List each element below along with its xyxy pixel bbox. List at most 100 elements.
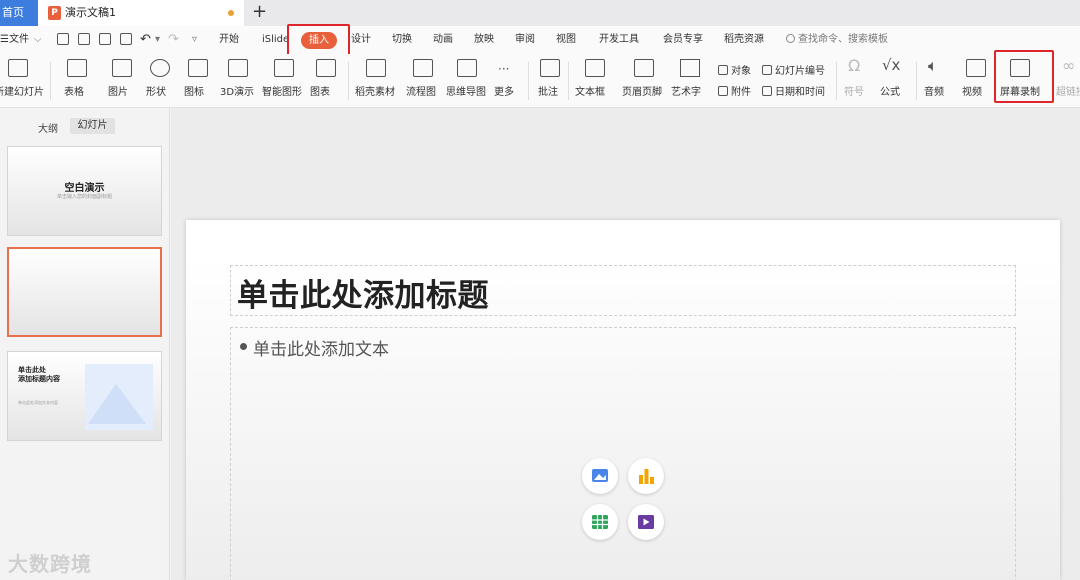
insert-picture-button[interactable] [582,458,618,494]
menu-docer-resources[interactable]: 稻壳资源 [724,26,764,54]
formula-button[interactable]: √x 公式 [878,54,910,108]
table-icon [592,515,608,529]
thumb-text: 单击此处添加文本内容 [18,400,58,405]
paperclip-icon [718,86,728,96]
header-footer-button[interactable]: 页眉页脚 [622,54,664,108]
divider [836,62,837,100]
ribbon-toolbar: 新建幻灯片 表格 图片 形状 图标 3D演示 智能图形 图表 稻壳素材 流程图 … [0,54,1080,108]
menu-file[interactable]: 文件 [9,26,29,54]
video-label: 视频 [962,87,982,98]
bullet-dot-icon [240,343,247,350]
print-preview-icon[interactable] [120,33,132,45]
mindmap-button[interactable]: 思维导图 [446,54,488,108]
arttext-icon [680,59,700,77]
icon-label: 图标 [184,87,204,98]
insert-chart-button[interactable] [628,458,664,494]
save-icon[interactable] [57,33,69,45]
hyperlink-button[interactable]: ∞ 超链接 [1054,54,1080,108]
picture-icon [112,59,132,77]
video-button[interactable]: 视频 [960,54,992,108]
3d-label: 3D演示 [220,87,255,98]
table-label: 表格 [64,87,84,98]
symbol-label: 符号 [844,87,864,98]
comment-button[interactable]: 批注 [536,54,564,108]
watermark-logo: 大数跨境 [8,552,92,576]
table-icon [67,59,87,77]
menu-transition[interactable]: 切换 [392,26,412,54]
comment-label: 批注 [538,87,558,98]
menu-islide[interactable]: iSlide [262,26,289,54]
insert-table-button[interactable] [582,504,618,540]
slide-number-button[interactable]: 幻灯片编号 [762,62,825,77]
more-label: 更多 [494,87,514,98]
flowchart-button[interactable]: 流程图 [406,54,440,108]
divider [528,62,529,100]
mindmap-label: 思维导图 [446,87,486,98]
menu-start[interactable]: 开始 [219,26,239,54]
formula-label: 公式 [880,87,900,98]
new-slide-button[interactable]: 新建幻灯片 [0,54,48,108]
tab-outline[interactable]: 大纲 [38,120,58,135]
chart-label: 图表 [310,87,330,98]
picture-button[interactable]: 图片 [106,54,138,108]
textbox-button[interactable]: 文本框 [575,54,615,108]
divider [568,62,569,100]
slide-thumbnail-1[interactable]: 空白演示 单击输入您的封面副标题 [7,146,162,236]
arttext-button[interactable]: 艺术字 [671,54,711,108]
menu-design[interactable]: 设计 [351,26,371,54]
more-button[interactable]: ··· 更多 [494,54,522,108]
tab-home[interactable]: 首页 [0,0,38,26]
shape-button[interactable]: 形状 [144,54,176,108]
video-icon [638,515,654,529]
attachment-button[interactable]: 附件 [718,83,751,98]
picture-label: 图片 [108,87,128,98]
export-pdf-icon[interactable] [78,33,90,45]
calendar-icon [762,86,772,96]
tab-slides[interactable]: 幻灯片 [70,118,115,134]
menu-hamburger-icon[interactable]: ☰ [0,26,9,54]
body-placeholder[interactable]: 单击此处添加文本 [230,327,1016,580]
menu-slideshow[interactable]: 放映 [474,26,494,54]
audio-button[interactable]: 🔈︎ 音频 [922,54,954,108]
current-slide[interactable]: 单击此处添加标题 单击此处添加文本 [186,220,1060,580]
tab-document[interactable]: P 演示文稿1 [38,0,244,26]
menu-bar: ☰ 文件 ⌵ ↶ ▾ ↷ ▿ 开始 iSlide 插入 设计 切换 动画 放映 … [0,26,1080,54]
new-tab-button[interactable]: + [252,1,267,23]
chart-icon [316,59,336,77]
slide-thumbnail-3[interactable]: 单击此处 添加标题内容 单击此处添加文本内容 [7,351,162,441]
object-icon [718,65,728,75]
menu-animation[interactable]: 动画 [433,26,453,54]
picture-icon [592,469,608,482]
comment-icon [540,59,560,77]
menu-developer[interactable]: 开发工具 [599,26,639,54]
shape-label: 形状 [146,87,166,98]
undo-dropdown-icon[interactable]: ▾ [155,26,160,54]
search-box[interactable]: 查找命令、搜索模板 [786,26,888,54]
print-icon[interactable] [99,33,111,45]
audio-label: 音频 [924,87,944,98]
redo-icon[interactable]: ↷ [168,26,179,54]
object-button[interactable]: 对象 [718,62,751,77]
docer-material-label: 稻壳素材 [355,87,395,98]
insert-video-button[interactable] [628,504,664,540]
chart-button[interactable]: 图表 [310,54,342,108]
menu-member[interactable]: 会员专享 [663,26,703,54]
search-placeholder: 查找命令、搜索模板 [798,34,888,45]
smart-graphic-button[interactable]: 智能图形 [262,54,306,108]
3d-button[interactable]: 3D演示 [220,54,254,108]
title-placeholder[interactable]: 单击此处添加标题 [230,265,1016,316]
menu-review[interactable]: 审阅 [515,26,535,54]
undo-icon[interactable]: ↶ [140,26,151,54]
smart-graphic-icon [274,59,294,77]
menu-view[interactable]: 视图 [556,26,576,54]
customize-toolbar-icon[interactable]: ▿ [192,26,197,54]
symbol-button[interactable]: Ω 符号 [842,54,874,108]
chevron-down-icon[interactable]: ⌵ [34,26,42,54]
slide-thumbnail-2[interactable] [7,247,162,337]
icon-button[interactable]: 图标 [182,54,214,108]
datetime-button[interactable]: 日期和时间 [762,83,825,98]
docer-material-button[interactable]: 稻壳素材 [355,54,397,108]
shape-icon [150,59,170,77]
table-button[interactable]: 表格 [62,54,94,108]
slide-number-icon [762,65,772,75]
